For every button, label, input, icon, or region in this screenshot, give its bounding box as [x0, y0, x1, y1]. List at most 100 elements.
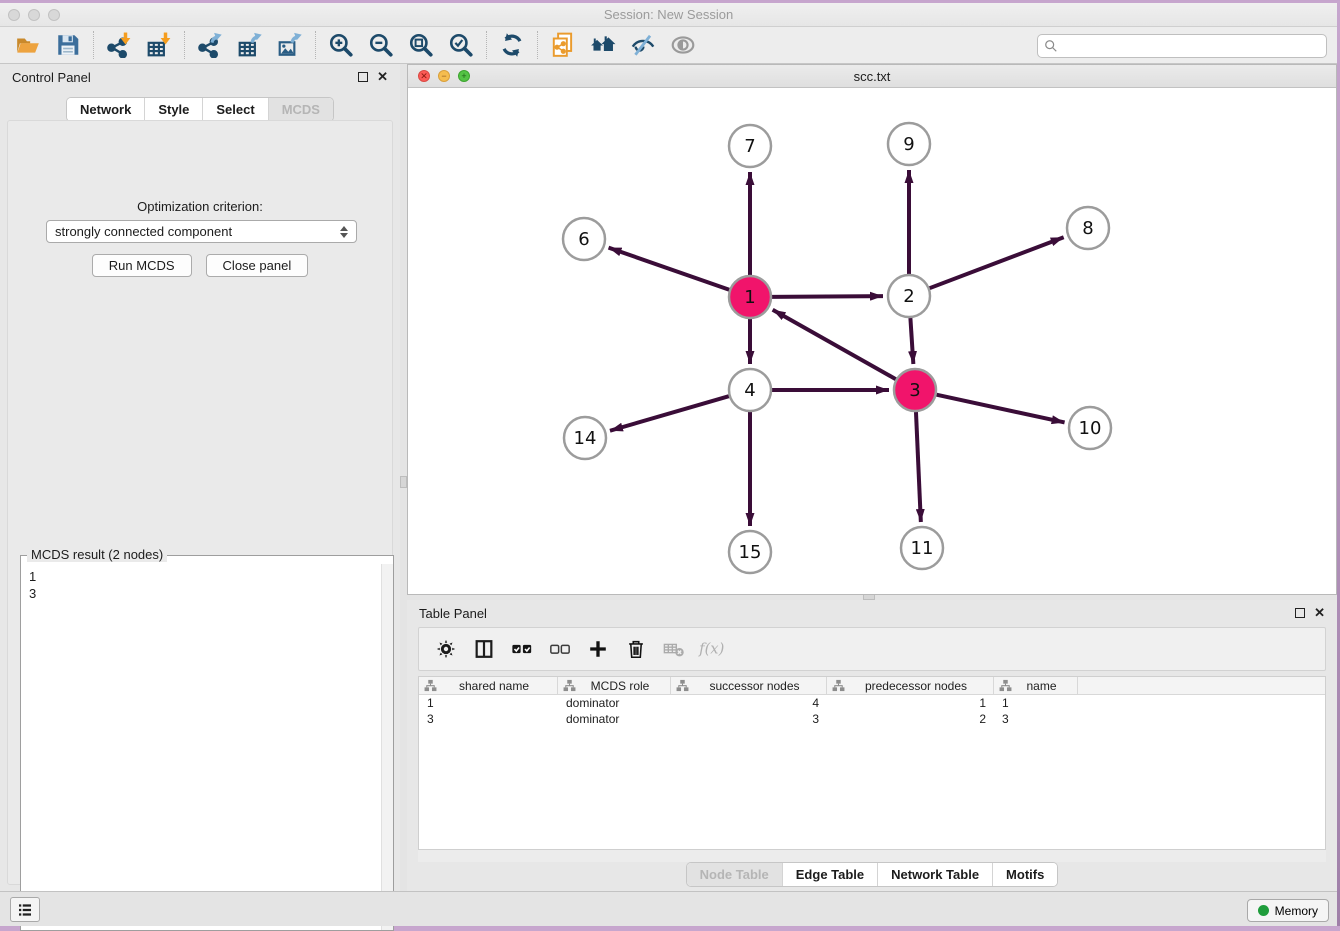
save-session-button[interactable]: [48, 30, 88, 60]
edge-1-2[interactable]: [772, 296, 883, 297]
import-table-button[interactable]: [139, 30, 179, 60]
mcds-panel: Optimization criterion: strongly connect…: [7, 120, 393, 885]
graph-node-8[interactable]: 8: [1067, 207, 1109, 249]
import-network-button[interactable]: [99, 30, 139, 60]
show-graphics-button[interactable]: [663, 30, 703, 60]
float-table-panel-icon[interactable]: [1295, 608, 1305, 618]
edge-1-6[interactable]: [609, 248, 730, 290]
table-settings-button[interactable]: [429, 632, 463, 666]
graph-node-14[interactable]: 14: [564, 417, 606, 459]
node-label: 7: [744, 136, 755, 157]
edge-4-14[interactable]: [610, 396, 729, 431]
table-tabbar: Node TableEdge TableNetwork TableMotifs: [407, 862, 1337, 887]
close-panel-button[interactable]: Close panel: [206, 254, 309, 277]
search-input[interactable]: [1062, 39, 1326, 53]
graph-node-6[interactable]: 6: [563, 218, 605, 260]
graph-node-7[interactable]: 7: [729, 125, 771, 167]
graph-node-4[interactable]: 4: [729, 369, 771, 411]
network-graph-canvas[interactable]: 7 9 6 8 1 2 4 3 14 10 15 11: [408, 88, 1336, 594]
graph-node-9[interactable]: 9: [888, 123, 930, 165]
delete-column-icon: [625, 638, 647, 660]
edge-2-3[interactable]: [910, 318, 913, 364]
optimization-criterion-dropdown[interactable]: strongly connected component: [46, 220, 357, 243]
table-tab-node-table[interactable]: Node Table: [687, 863, 782, 886]
column-header-shared-name[interactable]: shared name: [419, 677, 558, 694]
edge-3-10[interactable]: [936, 395, 1064, 423]
import-table-icon: [146, 32, 172, 58]
delete-column-button[interactable]: [619, 632, 653, 666]
mcds-result-list[interactable]: 13: [21, 564, 380, 930]
zoom-in-button[interactable]: [321, 30, 361, 60]
memory-button[interactable]: Memory: [1247, 899, 1329, 922]
zoom-selected-button[interactable]: [441, 30, 481, 60]
clone-network-button[interactable]: [543, 30, 583, 60]
graph-node-2[interactable]: 2: [888, 275, 930, 317]
optimization-criterion-label: Optimization criterion:: [8, 199, 392, 214]
apply-layout-button[interactable]: [492, 30, 532, 60]
cell-successor-nodes: 3: [671, 711, 827, 727]
mcds-result-line: 1: [29, 568, 372, 585]
table-toolbar: f(x): [418, 627, 1326, 671]
node-label: 14: [574, 428, 597, 449]
add-column-button[interactable]: [581, 632, 615, 666]
network-overview-button[interactable]: [583, 30, 623, 60]
column-header-predecessor-nodes[interactable]: predecessor nodes: [827, 677, 994, 694]
table-tab-edge-table[interactable]: Edge Table: [782, 863, 877, 886]
tab-style[interactable]: Style: [144, 98, 202, 121]
deselect-all-columns-icon: [549, 638, 571, 660]
deselect-all-columns-button[interactable]: [543, 632, 577, 666]
edge-3-1[interactable]: [773, 310, 896, 379]
node-label: 15: [739, 542, 762, 563]
edge-2-8[interactable]: [930, 237, 1064, 288]
split-columns-button[interactable]: [467, 632, 501, 666]
zoom-fit-icon: [408, 32, 434, 58]
float-panel-icon[interactable]: [358, 72, 368, 82]
export-table-button[interactable]: [230, 30, 270, 60]
table-panel-title: Table Panel: [419, 606, 487, 621]
table-tab-network-table[interactable]: Network Table: [877, 863, 992, 886]
toolbar-separator: [184, 31, 185, 59]
zoom-out-button[interactable]: [361, 30, 401, 60]
hide-graphics-button[interactable]: [623, 30, 663, 60]
search-box[interactable]: [1037, 34, 1327, 58]
run-mcds-button[interactable]: Run MCDS: [92, 254, 192, 277]
graph-node-3[interactable]: 3: [894, 369, 936, 411]
table-tab-motifs[interactable]: Motifs: [992, 863, 1057, 886]
vertical-split-divider[interactable]: [400, 64, 407, 891]
graph-node-1[interactable]: 1: [729, 276, 771, 318]
tab-select[interactable]: Select: [202, 98, 267, 121]
export-network-button[interactable]: [190, 30, 230, 60]
open-session-button[interactable]: [8, 30, 48, 60]
graph-node-15[interactable]: 15: [729, 531, 771, 573]
node-label: 8: [1082, 218, 1093, 239]
column-header-name[interactable]: name: [994, 677, 1078, 694]
table-row[interactable]: 1dominator411: [419, 695, 1325, 711]
control-panel-title: Control Panel: [12, 70, 91, 85]
column-header-MCDS-role[interactable]: MCDS role: [558, 677, 671, 694]
toolbar-separator: [486, 31, 487, 59]
function-builder-button: f(x): [695, 632, 729, 666]
node-label: 9: [903, 134, 914, 155]
vertical-split-handle[interactable]: [400, 476, 407, 488]
table-scroll-strip[interactable]: [418, 850, 1326, 862]
graph-node-11[interactable]: 11: [901, 527, 943, 569]
edge-3-11[interactable]: [916, 412, 921, 522]
close-table-panel-icon[interactable]: ✕: [1314, 608, 1325, 618]
graph-node-10[interactable]: 10: [1069, 407, 1111, 449]
hierarchy-icon: [563, 679, 576, 692]
select-all-columns-icon: [511, 638, 533, 660]
dropdown-stepper-icon: [340, 226, 348, 238]
result-scrollbar[interactable]: [381, 564, 393, 930]
select-all-columns-button[interactable]: [505, 632, 539, 666]
column-header-successor-nodes[interactable]: successor nodes: [671, 677, 827, 694]
tab-mcds[interactable]: MCDS: [268, 98, 333, 121]
network-window-titlebar[interactable]: ✕ − + scc.txt: [408, 65, 1336, 88]
node-label: 2: [903, 286, 914, 307]
zoom-fit-button[interactable]: [401, 30, 441, 60]
hide-graphics-icon: [630, 32, 656, 58]
tab-network[interactable]: Network: [67, 98, 144, 121]
table-row[interactable]: 3dominator323: [419, 711, 1325, 727]
export-image-button[interactable]: [270, 30, 310, 60]
task-history-button[interactable]: [10, 897, 40, 922]
close-panel-icon[interactable]: ✕: [377, 72, 388, 82]
